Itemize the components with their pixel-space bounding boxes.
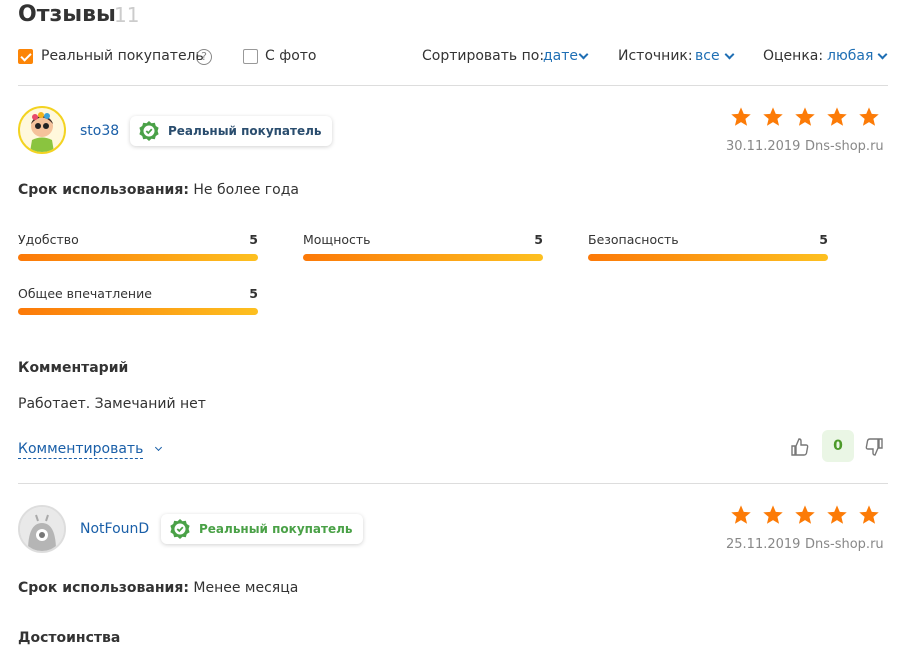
real-buyer-label[interactable]: Реальный покупатель <box>41 48 204 64</box>
star-icon <box>827 505 847 524</box>
thumbs-up-icon[interactable] <box>790 437 810 457</box>
rating-item: Безопасность 5 <box>588 232 828 268</box>
source-dropdown[interactable]: все <box>695 48 720 64</box>
username[interactable]: NotFounD <box>80 521 149 537</box>
rating-value: 5 <box>534 232 543 247</box>
comment-link-label[interactable]: Комментировать <box>18 441 144 459</box>
star-icon <box>859 505 879 524</box>
usage-period: Срок использования: Не более года <box>18 182 299 198</box>
avatar[interactable] <box>18 505 66 553</box>
usage-value: Не более года <box>193 182 299 198</box>
thumbs-down-icon[interactable] <box>864 437 884 457</box>
rating-bar-fill <box>588 254 828 261</box>
star-icon <box>795 505 815 524</box>
verified-icon <box>170 519 190 539</box>
rating-bar-fill <box>18 308 258 315</box>
rating-item: Общее впечатление 5 <box>18 286 258 322</box>
rating-dropdown[interactable]: любая <box>827 48 873 64</box>
chevron-down-icon[interactable] <box>877 49 888 60</box>
usage-label: Срок использования: <box>18 580 189 596</box>
review-stars <box>730 504 880 526</box>
with-photo-label[interactable]: С фото <box>265 48 316 64</box>
sort-dropdown[interactable]: дате <box>543 48 578 64</box>
rating-label: Мощность <box>303 232 371 247</box>
review-stars <box>730 106 880 128</box>
comment-heading: Комментарий <box>18 360 129 376</box>
star-icon <box>859 107 879 126</box>
rating-value: 5 <box>249 286 258 301</box>
vote-count: 0 <box>822 430 854 462</box>
chevron-down-icon[interactable] <box>724 49 735 60</box>
rating-bar <box>18 254 258 261</box>
comment-text: Работает. Замечаний нет <box>18 396 206 412</box>
star-icon <box>795 107 815 126</box>
rating-item: Удобство 5 <box>18 232 258 268</box>
rating-bar <box>303 254 543 261</box>
rating-value: 5 <box>249 232 258 247</box>
review-source: Dns-shop.ru <box>805 537 884 552</box>
badge-label: Реальный покупатель <box>199 522 353 536</box>
real-buyer-badge: Реальный покупатель <box>130 116 332 146</box>
avatar[interactable] <box>18 106 66 154</box>
review-date: 30.11.2019 <box>726 139 801 154</box>
divider <box>18 483 888 484</box>
chevron-down-icon[interactable] <box>155 443 163 452</box>
pros-heading: Достоинства <box>18 630 121 646</box>
rating-bar <box>588 254 828 261</box>
rating-label: Оценка: <box>763 48 824 64</box>
help-icon[interactable]: ? <box>196 49 212 65</box>
rating-value: 5 <box>819 232 828 247</box>
review-source: Dns-shop.ru <box>805 139 884 154</box>
star-icon <box>763 505 783 524</box>
chevron-down-icon[interactable] <box>578 49 589 60</box>
verified-icon <box>139 121 159 141</box>
comment-link[interactable]: Комментировать <box>18 438 163 459</box>
review-date: 25.11.2019 <box>726 537 801 552</box>
reviews-count: 11 <box>114 3 140 27</box>
sort-label: Сортировать по: <box>422 48 545 64</box>
filter-bar: Реальный покупатель ? С фото Сортировать… <box>18 48 888 70</box>
divider <box>18 85 888 86</box>
star-icon <box>731 107 751 126</box>
rating-bar <box>18 308 258 315</box>
source-label: Источник: <box>618 48 693 64</box>
usage-period: Срок использования: Менее месяца <box>18 580 298 596</box>
rating-item: Мощность 5 <box>303 232 543 268</box>
rating-label: Общее впечатление <box>18 286 152 301</box>
robot-avatar-icon <box>20 507 64 551</box>
real-buyer-checkbox[interactable] <box>18 49 33 64</box>
rating-bar-fill <box>18 254 258 261</box>
rating-bar-fill <box>303 254 543 261</box>
page-title: Отзывы <box>18 2 116 27</box>
username[interactable]: sto38 <box>80 123 119 139</box>
rating-label: Безопасность <box>588 232 679 247</box>
with-photo-checkbox[interactable] <box>243 49 258 64</box>
rating-label: Удобство <box>18 232 79 247</box>
star-icon <box>763 107 783 126</box>
star-icon <box>731 505 751 524</box>
badge-label: Реальный покупатель <box>168 124 322 138</box>
real-buyer-badge: Реальный покупатель <box>161 514 363 544</box>
usage-value: Менее месяца <box>193 580 299 596</box>
usage-label: Срок использования: <box>18 182 189 198</box>
star-icon <box>827 107 847 126</box>
avatar-girl-icon <box>30 112 54 152</box>
